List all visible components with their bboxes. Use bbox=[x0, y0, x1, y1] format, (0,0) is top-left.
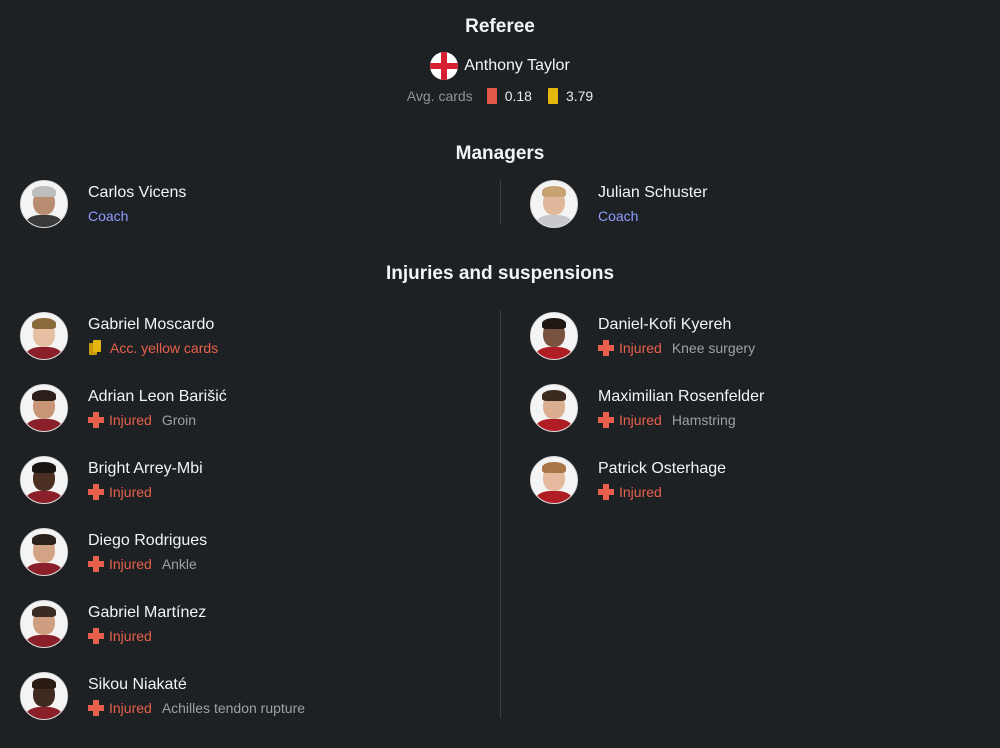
manager-role: Coach bbox=[598, 207, 639, 224]
injury-item-home-1[interactable]: Adrian Leon Barišić Injured Groin bbox=[20, 383, 227, 433]
injury-status: Injured bbox=[109, 627, 152, 644]
injury-cross-icon bbox=[598, 339, 614, 356]
yellow-cards-icon bbox=[88, 339, 104, 356]
injury-item-away-1[interactable]: Maximilian Rosenfelder Injured Hamstring bbox=[530, 383, 764, 433]
managers-divider bbox=[500, 180, 501, 224]
manager-away[interactable]: Julian Schuster Coach bbox=[530, 179, 707, 229]
injury-reason: Groin bbox=[161, 411, 197, 428]
manager-home[interactable]: Carlos Vicens Coach bbox=[20, 179, 186, 229]
injury-status: Injured bbox=[109, 699, 152, 716]
injury-reason: Hamstring bbox=[671, 411, 736, 428]
avatar bbox=[20, 528, 68, 576]
referee-avg-cards: Avg. cards 0.18 3.79 bbox=[0, 88, 1000, 104]
player-name: Diego Rodrigues bbox=[88, 531, 208, 549]
injury-cross-icon bbox=[598, 411, 614, 428]
manager-name: Carlos Vicens bbox=[88, 183, 187, 201]
injury-cross-icon bbox=[88, 627, 104, 644]
yellow-card-icon bbox=[547, 88, 558, 104]
avatar bbox=[530, 312, 578, 360]
player-name: Maximilian Rosenfelder bbox=[598, 387, 765, 405]
managers-title: Managers bbox=[455, 143, 545, 164]
injury-item-home-4[interactable]: Gabriel Martínez Injured bbox=[20, 599, 206, 649]
injury-reason: Ankle bbox=[161, 555, 197, 572]
avatar bbox=[20, 600, 68, 648]
avg-cards-label: Avg. cards bbox=[406, 88, 473, 104]
referee-name[interactable]: Anthony Taylor bbox=[464, 57, 570, 75]
injury-item-home-5[interactable]: Sikou Niakaté Injured Achilles tendon ru… bbox=[20, 671, 305, 721]
red-card-icon bbox=[486, 88, 497, 104]
injury-status: Injured bbox=[109, 555, 152, 572]
injury-status: Injured bbox=[619, 411, 662, 428]
lineups-extra-panel: Referee Anthony Taylor Avg. cards 0.18 3… bbox=[0, 0, 1000, 748]
injury-cross-icon bbox=[88, 483, 104, 500]
avatar bbox=[20, 384, 68, 432]
injury-item-home-2[interactable]: Bright Arrey-Mbi Injured bbox=[20, 455, 203, 505]
avatar bbox=[20, 456, 68, 504]
injury-item-home-3[interactable]: Diego Rodrigues Injured Ankle bbox=[20, 527, 207, 577]
referee-title: Referee bbox=[465, 16, 535, 37]
referee-row: Anthony Taylor bbox=[0, 52, 1000, 80]
injury-status: Injured bbox=[619, 339, 662, 356]
manager-role: Coach bbox=[88, 207, 129, 224]
avatar bbox=[20, 672, 68, 720]
yellow-card-avg: 3.79 bbox=[565, 88, 594, 104]
avatar bbox=[20, 180, 68, 228]
injury-cross-icon bbox=[88, 411, 104, 428]
injury-status: Injured bbox=[109, 411, 152, 428]
avatar bbox=[20, 312, 68, 360]
player-name: Patrick Osterhage bbox=[598, 459, 727, 477]
injury-reason: Achilles tendon rupture bbox=[161, 699, 306, 716]
suspension-status: Acc. yellow cards bbox=[110, 339, 219, 356]
injury-cross-icon bbox=[88, 699, 104, 716]
player-name: Gabriel Moscardo bbox=[88, 315, 215, 333]
red-card-avg: 0.18 bbox=[504, 88, 532, 104]
injury-item-away-2[interactable]: Patrick Osterhage Injured bbox=[530, 455, 726, 505]
avatar bbox=[530, 180, 578, 228]
player-name: Adrian Leon Barišić bbox=[88, 387, 227, 405]
injury-item-home-0[interactable]: Gabriel Moscardo Acc. yellow cards bbox=[20, 311, 218, 361]
injury-status: Injured bbox=[109, 483, 152, 500]
player-name: Bright Arrey-Mbi bbox=[88, 459, 203, 477]
avatar bbox=[530, 384, 578, 432]
avatar bbox=[530, 456, 578, 504]
england-flag-icon bbox=[430, 52, 459, 80]
injury-cross-icon bbox=[88, 555, 104, 572]
injury-status: Injured bbox=[619, 483, 662, 500]
injury-item-away-0[interactable]: Daniel-Kofi Kyereh Injured Knee surgery bbox=[530, 311, 755, 361]
injury-cross-icon bbox=[598, 483, 614, 500]
injury-reason: Knee surgery bbox=[671, 339, 756, 356]
injuries-divider bbox=[500, 310, 501, 718]
manager-name: Julian Schuster bbox=[598, 183, 708, 201]
player-name: Gabriel Martínez bbox=[88, 603, 207, 621]
injuries-title: Injuries and suspensions bbox=[385, 263, 615, 284]
player-name: Daniel-Kofi Kyereh bbox=[598, 315, 732, 333]
player-name: Sikou Niakaté bbox=[88, 675, 187, 693]
